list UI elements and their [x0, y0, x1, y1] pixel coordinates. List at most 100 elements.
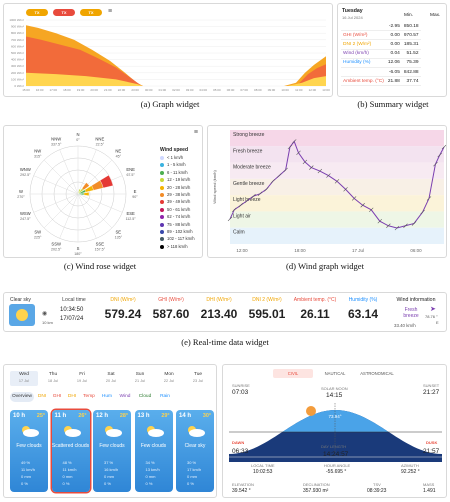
- forecast-card[interactable]: 14 h 30° Clear sky 30 % 17 km/h 0 mm 0 %: [176, 410, 214, 492]
- caption-graph: (a) Graph widget: [140, 99, 200, 109]
- forecast-day-tab[interactable]: Wed 17 Jul: [10, 371, 38, 386]
- summary-row-label: Humidity (%): [341, 58, 386, 68]
- forecast-filter-pill[interactable]: Cloud: [135, 392, 155, 402]
- x-tick-label: 13:00: [322, 88, 330, 92]
- beaufort-band-label: Fresh breeze: [233, 148, 263, 154]
- summary-row: DNI 2 (W/m²) 0.00 185.31: [341, 39, 421, 50]
- y-tick-label: 600 W/m²: [11, 44, 24, 48]
- rose-spoke: [43, 159, 79, 195]
- legend-label[interactable]: < 1 km/h: [167, 155, 183, 160]
- forecast-filter-pill[interactable]: Hum: [99, 392, 115, 402]
- legend-label[interactable]: 89 - 102 km/h: [167, 229, 193, 234]
- tsv-label: TSV: [373, 482, 381, 487]
- legend-label[interactable]: 62 - 74 km/h: [167, 214, 190, 219]
- rose-direction-degree: 90°: [132, 195, 138, 199]
- dusk-time: 21:57: [423, 448, 440, 455]
- legend-label[interactable]: 20 - 28 km/h: [167, 185, 190, 190]
- legend-swatch: [160, 230, 164, 234]
- cloud-shape: [64, 429, 81, 437]
- forecast-filter-pill[interactable]: Temp: [80, 392, 98, 402]
- forecast-metric: 0 %: [145, 481, 153, 486]
- rose-direction-degree: 135°: [115, 235, 123, 239]
- forecast-metric: 0 %: [62, 481, 70, 486]
- forecast-filter-pill[interactable]: Wind: [116, 392, 134, 402]
- elevation-marker: 73.94°: [328, 414, 341, 419]
- legend-label[interactable]: 50 - 61 km/h: [167, 207, 190, 212]
- forecast-day-tab[interactable]: Sun 21 Jul: [126, 371, 154, 386]
- x-tick-label: 18:00: [294, 248, 306, 253]
- forecast-day-date: 20 Jul: [105, 379, 117, 383]
- legend-label[interactable]: 39 - 49 km/h: [167, 199, 190, 204]
- rose-direction-label: NNE: [95, 136, 104, 141]
- realtime-label: GHI (W/m²): [158, 297, 184, 303]
- caption-realtime: (e) Real-time data widget: [181, 337, 269, 347]
- beaufort-band-label: Light air: [233, 213, 251, 219]
- forecast-card[interactable]: 13 h 29° Few clouds 34 % 13 km/h 0 mm 0 %: [134, 410, 173, 492]
- rose-direction-label: W: [19, 189, 23, 194]
- legend-swatch: [160, 185, 164, 190]
- x-tick-label: 08:00: [254, 88, 262, 92]
- legend-swatch: [160, 207, 164, 212]
- forecast-day-name: Thu: [48, 372, 58, 377]
- forecast-day-tab[interactable]: Thu 18 Jul: [39, 371, 67, 386]
- legend-label[interactable]: 29 - 38 km/h: [167, 192, 190, 197]
- legend-label[interactable]: 1 - 5 km/h: [167, 162, 186, 167]
- forecast-card[interactable]: 10 h 25° Few clouds 49 % 11 km/h 0 mm 0 %: [10, 410, 48, 492]
- rose-direction-label: ESE: [126, 211, 135, 216]
- rose-spoke: [77, 193, 113, 229]
- x-tick-label: 12:00: [236, 248, 248, 253]
- x-tick-label: 17 Jul: [352, 248, 364, 253]
- forecast-filter-pill[interactable]: DNI: [35, 392, 49, 402]
- forecast-day-name: Tue: [193, 372, 203, 377]
- legend-swatch: [160, 170, 164, 175]
- summary-row-max: 842.88: [401, 67, 421, 78]
- forecast-day-tab[interactable]: Tue 23 Jul: [184, 371, 212, 386]
- mass-label: MASS: [423, 482, 435, 487]
- forecast-hour: 10 h: [13, 413, 26, 419]
- summary-row-min: 12.06: [385, 58, 402, 68]
- legend-label[interactable]: 102 - 117 km/h: [167, 236, 195, 241]
- rose-petal: [83, 192, 90, 196]
- realtime-label: DNI (W/m²): [110, 297, 136, 303]
- forecast-day-tab[interactable]: Fri 19 Jul: [68, 371, 96, 386]
- rose-direction-label: NE: [115, 149, 121, 154]
- summary-table: -2.95 850.18 GHI (W/m²) 0.00 970.57 DNI 2 (W/…: [341, 22, 421, 87]
- x-tick-label: 18:00: [63, 88, 71, 92]
- realtime-label: DNI 2 (W/m²): [252, 297, 282, 303]
- forecast-day-tab[interactable]: Sat 20 Jul: [97, 371, 125, 386]
- summary-row-max: 850.18: [401, 22, 421, 32]
- sun-marker: [306, 406, 316, 416]
- beaufort-band-label: Gentle breeze: [233, 181, 265, 187]
- summary-row: GHI (W/m²) 0.00 970.57: [341, 30, 421, 41]
- wind-small: 10 km: [42, 320, 53, 325]
- cloud-shape: [189, 429, 205, 437]
- forecast-day-tab[interactable]: Mon 22 Jul: [155, 371, 183, 386]
- forecast-filter-pill[interactable]: Rain: [156, 392, 174, 402]
- wind-graph-widget: Strong breeze Fresh breeze Moderate breeze…: [207, 125, 447, 258]
- rose-spoke: [43, 193, 79, 229]
- x-tick-label: 09:00: [268, 88, 276, 92]
- wind-speed-line-chart: Strong breeze Fresh breeze Moderate breeze…: [212, 130, 446, 253]
- local-date: 17/07/24: [60, 316, 84, 322]
- forecast-filter-pill[interactable]: DHI: [65, 392, 79, 402]
- forecast-filter-pill[interactable]: GHI: [50, 392, 64, 402]
- rose-direction-degree: 225°: [34, 235, 42, 239]
- forecast-card[interactable]: 11 h 26° Scattered clouds 48 % 11 km/h 0 mm 0 …: [51, 410, 90, 492]
- y-tick-label: 900 W/m²: [11, 25, 24, 29]
- rose-direction-degree: 157.5°: [95, 248, 106, 252]
- legend-label[interactable]: 75 - 88 km/h: [167, 222, 190, 227]
- forecast-metric: 11 km/h: [21, 467, 35, 472]
- rose-direction-label: E: [134, 189, 137, 194]
- beaufort-band-label: Light breeze: [233, 197, 261, 203]
- summary-row-max: 970.57: [401, 30, 421, 41]
- x-tick-label: 15:00: [22, 88, 30, 92]
- legend-label[interactable]: > 118 km/h: [167, 244, 188, 249]
- forecast-day-name: Sat: [107, 372, 115, 377]
- y-tick-label: 700 W/m²: [11, 38, 24, 42]
- forecast-card[interactable]: 12 h 28° Few clouds 37 % 16 km/h 0 mm 0 %: [93, 410, 131, 492]
- legend-label[interactable]: 12 - 19 km/h: [167, 177, 190, 182]
- sky-label: Clear sky: [10, 297, 31, 303]
- forecast-widget: Wed 17 Jul Thu 18 Jul Fri 19 Jul Sat 20 Jul Sun 2…: [3, 364, 217, 498]
- legend-label[interactable]: 6 - 11 km/h: [167, 170, 188, 175]
- forecast-filter-pill[interactable]: Overview: [10, 392, 34, 402]
